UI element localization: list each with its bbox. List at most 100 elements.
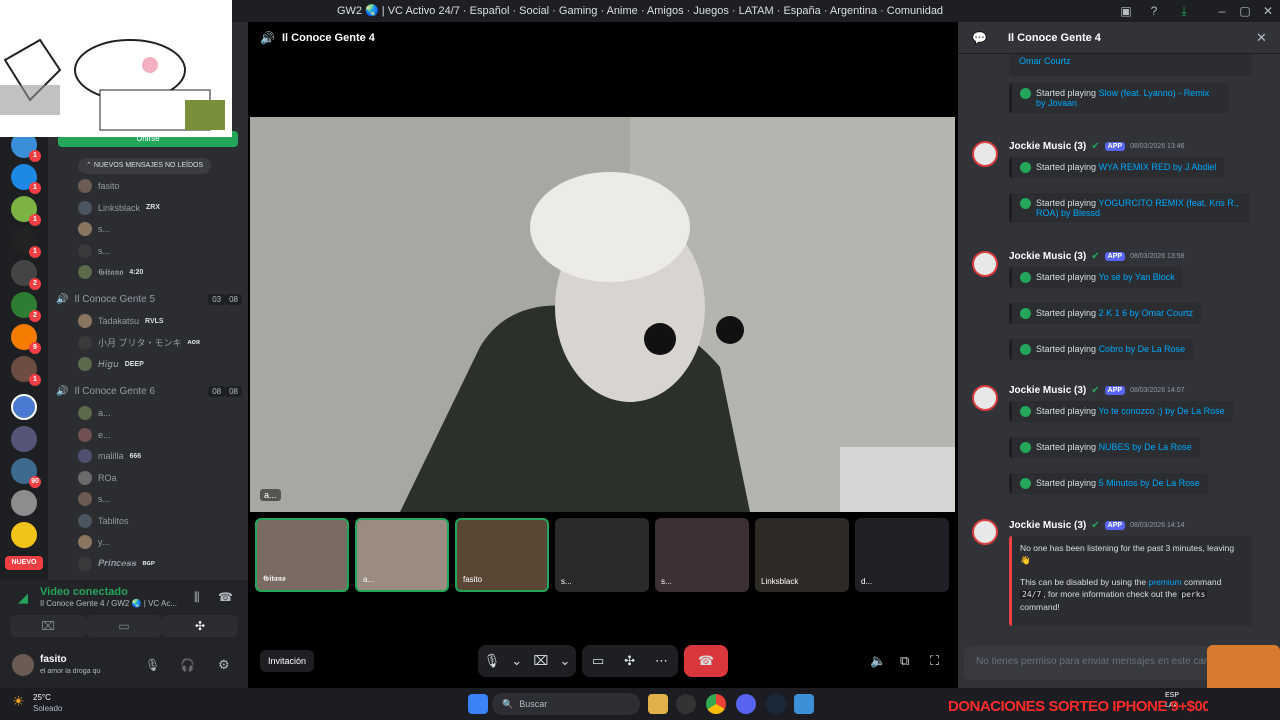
song-link[interactable]: Yo sé by Yan Block <box>1098 272 1174 282</box>
bot-name[interactable]: Jockie Music (3) <box>1009 251 1086 262</box>
server-icon[interactable]: 2 <box>11 292 41 322</box>
steam-icon[interactable] <box>766 694 786 714</box>
signal-icon[interactable]: ◢ <box>18 590 28 606</box>
song-link[interactable]: 5 Minutos by De La Rose <box>1099 478 1200 488</box>
song-link[interactable]: WYA REMIX RED by J Abdiel <box>1099 162 1217 172</box>
disconnect-icon[interactable]: ☎ <box>218 590 233 604</box>
connection-location[interactable]: Il Conoce Gente 4 / GW2 🌏 | VC Ac... <box>40 599 190 608</box>
server-icon[interactable]: 9 <box>11 324 41 354</box>
new-badge[interactable]: NUEVO <box>5 556 43 570</box>
help-icon[interactable]: ? <box>1146 3 1162 19</box>
voice-channel-5[interactable]: 🔊 Il Conoce Gente 5 03 08 <box>56 290 242 308</box>
camera-off-icon[interactable]: ⌧ <box>533 653 548 669</box>
participant-tile[interactable]: d... <box>855 518 949 592</box>
chevron-down-icon[interactable]: ⌄ <box>511 653 522 669</box>
taskbar-search[interactable]: 🔍 Buscar <box>492 693 640 715</box>
voice-user[interactable]: fasito <box>78 177 126 195</box>
close-chat-icon[interactable]: ✕ <box>1256 30 1267 46</box>
bot-avatar[interactable] <box>972 519 998 545</box>
microphone-icon[interactable]: 🎙 <box>484 653 501 669</box>
chrome-icon[interactable] <box>706 694 726 714</box>
participant-tile[interactable]: Linksblack <box>755 518 849 592</box>
server-icon[interactable]: 1 <box>11 196 41 226</box>
maximize-button[interactable]: ▢ <box>1237 3 1253 19</box>
bot-avatar[interactable] <box>972 141 998 167</box>
server-icon[interactable]: 1 <box>11 356 41 386</box>
timestamp: 08/03/2026 13:58 <box>1130 253 1185 260</box>
camera-off-button[interactable]: ⌧ <box>10 615 86 637</box>
premium-link[interactable]: premium <box>1149 577 1182 587</box>
voice-user[interactable]: s... <box>78 220 116 238</box>
voice-user[interactable]: 小月 ブリタ・モンキ ᴀᴏᴙ <box>78 334 200 352</box>
inbox-icon[interactable]: ▣ <box>1118 3 1134 19</box>
more-options-icon[interactable]: ⋯ <box>655 653 668 669</box>
new-messages-pill[interactable]: ⌃ NUEVOS MENSAJES NO LEÍDOS <box>78 158 212 174</box>
screen-share-button[interactable]: ▭ <box>86 615 162 637</box>
share-controls[interactable]: ▭ ✣ ⋯ <box>582 645 678 677</box>
voice-user[interactable]: Linksblack ZRX <box>78 199 160 217</box>
discord-icon[interactable] <box>736 694 756 714</box>
song-link[interactable]: Yo te conozco :) by De La Rose <box>1098 406 1224 416</box>
server-gw2-icon[interactable] <box>11 394 37 420</box>
settings-gear-icon[interactable]: ⚙ <box>218 657 230 673</box>
voice-user[interactable]: ROa <box>78 469 123 487</box>
participant-tile[interactable]: fasito <box>455 518 549 592</box>
minimize-button[interactable]: – <box>1214 3 1230 19</box>
playing-icon <box>1020 442 1031 453</box>
bot-name[interactable]: Jockie Music (3) <box>1009 520 1086 531</box>
avatar[interactable] <box>12 654 34 676</box>
server-icon[interactable]: 90 <box>11 458 41 488</box>
fullscreen-icon[interactable]: ⛶ <box>930 653 939 669</box>
download-icon[interactable]: ⤓ <box>1176 3 1192 19</box>
voice-user[interactable]: 𝑷𝒓𝒊𝒏𝒄𝒆𝒔𝒔 ʙɢᴘ <box>78 555 155 573</box>
voice-user[interactable]: s... <box>78 242 116 260</box>
song-link[interactable]: 2 K 1 6 by Omar Courtz <box>1099 308 1194 318</box>
activities-button[interactable]: ✣ <box>162 615 238 637</box>
windows-start-icon[interactable] <box>468 694 488 714</box>
chevron-down-icon[interactable]: ⌄ <box>560 653 571 669</box>
microphone-icon[interactable]: 🎙 <box>145 658 160 672</box>
file-explorer-icon[interactable] <box>648 694 668 714</box>
disconnect-button[interactable]: ☎ <box>684 645 728 677</box>
voice-user[interactable]: e... <box>78 426 117 444</box>
server-icon[interactable]: 1 <box>11 228 41 258</box>
voice-user[interactable]: 𝕲𝖎𝖙𝖆𝖓𝖔 4:20 <box>78 263 143 281</box>
volume-icon[interactable]: 🔈 <box>870 653 886 669</box>
mic-control[interactable]: 🎙 ⌄ ⌧ ⌄ <box>478 645 576 677</box>
server-icon[interactable] <box>11 522 37 548</box>
headphones-icon[interactable]: 🎧 <box>180 658 195 672</box>
screen-share-icon[interactable]: ▭ <box>592 653 604 669</box>
close-window-button[interactable]: ✕ <box>1260 3 1276 19</box>
pop-out-icon[interactable]: ⧉ <box>900 653 909 669</box>
bot-name[interactable]: Jockie Music (3) <box>1009 141 1086 152</box>
bot-name[interactable]: Jockie Music (3) <box>1009 385 1086 396</box>
voice-user[interactable]: a... <box>78 404 117 422</box>
voice-user[interactable]: Tablitos <box>78 512 135 530</box>
bot-avatar[interactable] <box>972 251 998 277</box>
activities-icon[interactable]: ✣ <box>624 653 635 669</box>
bot-avatar[interactable] <box>972 385 998 411</box>
voice-user[interactable]: s... <box>78 490 116 508</box>
app-icon[interactable] <box>676 694 696 714</box>
main-video-feed[interactable]: a... <box>250 117 955 512</box>
song-link[interactable]: Cobro by De La Rose <box>1099 344 1186 354</box>
server-icon[interactable] <box>11 426 37 452</box>
voice-user[interactable]: 𝘏𝘪𝘨𝘶 DEEP <box>78 355 144 373</box>
server-icon[interactable]: 1 <box>11 164 41 194</box>
app-icon[interactable] <box>794 694 814 714</box>
server-icon[interactable] <box>11 490 37 516</box>
weather-icon[interactable]: ☀ <box>12 693 25 710</box>
server-icon[interactable]: 2 <box>11 260 41 290</box>
voice-user[interactable]: Tadakatsu RVLS <box>78 312 164 330</box>
song-link[interactable]: NUBES by De La Rose <box>1099 442 1192 452</box>
voice-user[interactable]: y... <box>78 533 115 551</box>
participant-tile[interactable]: s... <box>555 518 649 592</box>
voice-user[interactable]: malilla 666 <box>78 447 141 465</box>
participant-tile[interactable]: a... <box>355 518 449 592</box>
song-link[interactable]: Omar Courtz <box>1019 56 1071 66</box>
invite-button[interactable]: Invitación <box>260 650 315 672</box>
participant-tile[interactable]: 𝕲𝖎𝖙𝖆𝖓𝖔 <box>255 518 349 592</box>
voice-channel-6[interactable]: 🔊 Il Conoce Gente 6 08 08 <box>56 382 242 400</box>
participant-tile[interactable]: s... <box>655 518 749 592</box>
noise-suppression-icon[interactable]: ⫼ <box>194 590 200 605</box>
